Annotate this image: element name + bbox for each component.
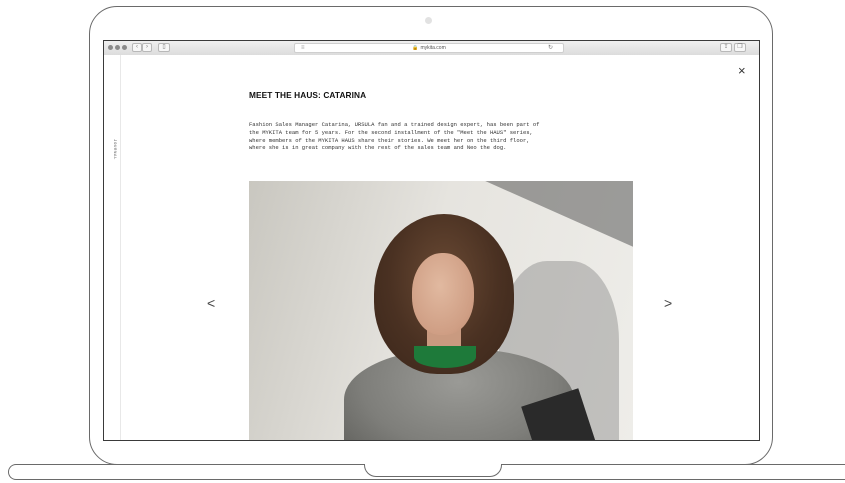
body-line: the MYKITA team for 5 years. For the sec… <box>249 128 533 136</box>
share-button[interactable]: ⇪ <box>720 43 732 52</box>
tabs-button[interactable]: ❐ <box>734 43 746 52</box>
camera-dot <box>425 17 432 24</box>
body-line: where members of the MYKITA HAUS share t… <box>249 136 530 144</box>
sidebar-icon: ▯ <box>162 44 166 50</box>
body-line: Fashion Sales Manager Catarina, URSULA f… <box>249 121 540 128</box>
sidebar-button[interactable]: ▯ <box>158 43 170 52</box>
laptop-notch <box>364 464 502 477</box>
minimize-window-dot[interactable] <box>115 45 120 50</box>
share-icon: ⇪ <box>723 44 729 50</box>
photo-collar <box>414 346 476 368</box>
chevron-right-icon: › <box>146 44 148 50</box>
address-bar[interactable]: ≡ 🔒 mykita.com ↻ <box>294 43 564 53</box>
previous-arrow-icon[interactable]: < <box>207 296 215 310</box>
journal-article-page: JOURNAL × MEET THE HAUS: CATARINA Fashio… <box>104 55 759 440</box>
url-text: 🔒 mykita.com <box>295 44 563 52</box>
article-body: Fashion Sales Manager Catarina, URSULA f… <box>249 121 634 152</box>
reload-icon[interactable]: ↻ <box>548 45 553 52</box>
browser-window: ‹ › ▯ ≡ 🔒 mykita.com ↻ ⇪ ❐ JOURNAL × MEET… <box>103 40 760 441</box>
url-label: mykita.com <box>420 45 446 51</box>
body-line: where she is in great company with the r… <box>249 144 507 152</box>
portrait-photo <box>249 181 633 440</box>
back-button[interactable]: ‹ <box>132 43 142 52</box>
lock-icon: 🔒 <box>412 45 419 51</box>
chevron-left-icon: ‹ <box>136 44 138 50</box>
browser-toolbar: ‹ › ▯ ≡ 🔒 mykita.com ↻ ⇪ ❐ <box>104 41 759 56</box>
forward-button[interactable]: › <box>142 43 152 52</box>
zoom-window-dot[interactable] <box>122 45 127 50</box>
journal-side-label[interactable]: JOURNAL <box>112 139 116 160</box>
tabs-icon: ❐ <box>737 44 743 50</box>
close-window-dot[interactable] <box>108 45 113 50</box>
next-arrow-icon[interactable]: > <box>664 296 672 310</box>
photo-face <box>412 253 474 335</box>
close-icon[interactable]: × <box>738 64 746 77</box>
sidebar-divider <box>120 55 121 440</box>
article-title: MEET THE HAUS: CATARINA <box>249 90 367 100</box>
